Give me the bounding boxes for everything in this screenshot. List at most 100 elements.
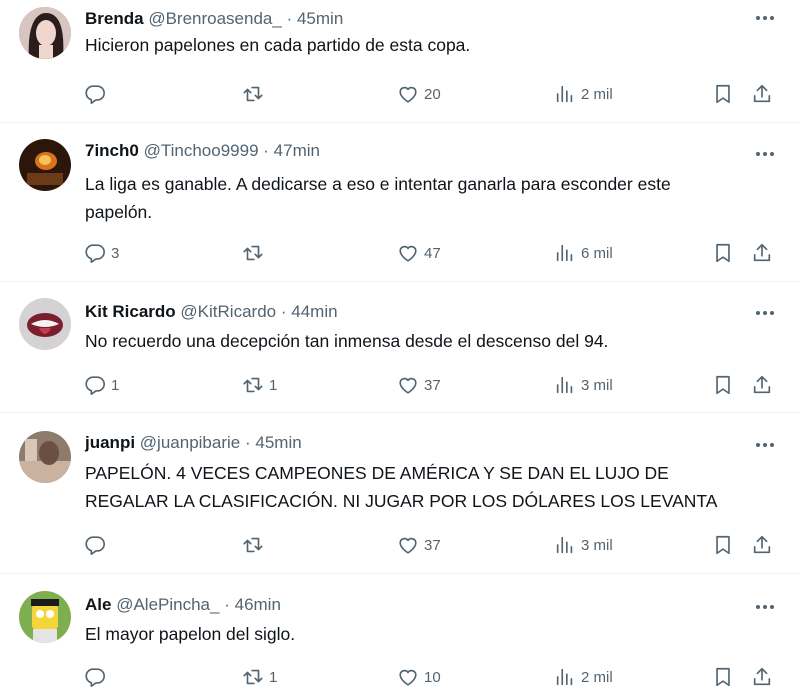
share-button[interactable]: [751, 662, 773, 692]
heart-icon: [399, 245, 417, 262]
avatar[interactable]: [19, 298, 71, 350]
display-name[interactable]: juanpi: [85, 433, 135, 452]
tweet-text-line: PAPELÓN. 4 VECES CAMPEONES DE AMÉRICA Y …: [85, 463, 669, 483]
reply-button[interactable]: [84, 530, 111, 560]
tweet-text-line: REGALAR LA CLASIFICACIÓN. NI JUGAR POR L…: [85, 491, 718, 511]
views-count: 2 mil: [581, 668, 613, 686]
retweet-button[interactable]: 1: [242, 662, 277, 692]
reply-icon: [85, 668, 105, 687]
user-handle[interactable]: @Tinchoo9999: [144, 141, 259, 160]
bookmark-icon: [716, 535, 730, 555]
tweet-text-line: La liga es ganable. A dedicarse a eso e …: [85, 174, 671, 194]
display-name[interactable]: Brenda: [85, 9, 144, 28]
retweet-icon: [243, 537, 263, 553]
heart-icon: [399, 537, 417, 554]
tweet-2[interactable]: 7inch0 @Tinchoo9999 · 47min La liga es g…: [0, 123, 800, 282]
display-name[interactable]: Kit Ricardo: [85, 302, 176, 321]
separator: ·: [280, 302, 287, 321]
reply-count: 3: [111, 244, 120, 262]
tweet-header: Ale @AlePincha_ · 46min: [85, 595, 281, 615]
timestamp[interactable]: 47min: [274, 141, 320, 160]
heart-icon: [399, 377, 417, 394]
avatar[interactable]: [19, 139, 71, 191]
reply-button[interactable]: [84, 79, 111, 109]
user-handle[interactable]: @juanpibarie: [140, 433, 240, 452]
like-button[interactable]: 10: [397, 662, 441, 692]
like-count: 20: [424, 85, 441, 103]
separator: ·: [286, 9, 293, 28]
avatar[interactable]: [19, 591, 71, 643]
timestamp[interactable]: 45min: [297, 9, 343, 28]
tweet-4[interactable]: juanpi @juanpibarie · 45min PAPELÓN. 4 V…: [0, 413, 800, 574]
bookmark-button[interactable]: [712, 530, 734, 560]
display-name[interactable]: 7inch0: [85, 141, 139, 160]
retweet-icon: [243, 245, 263, 261]
timestamp[interactable]: 46min: [235, 595, 281, 614]
tweet-5[interactable]: Ale @AlePincha_ · 46min El mayor papelon…: [0, 574, 800, 690]
retweet-button[interactable]: [242, 530, 269, 560]
more-dots-icon[interactable]: [754, 306, 776, 320]
bookmark-button[interactable]: [712, 238, 734, 268]
more-dots-icon[interactable]: [754, 600, 776, 614]
like-button[interactable]: 37: [397, 530, 441, 560]
tweet-header: Kit Ricardo @KitRicardo · 44min: [85, 302, 338, 322]
user-handle[interactable]: @AlePincha_: [116, 595, 219, 614]
like-count: 37: [424, 376, 441, 394]
tweet-text: Hicieron papelones en cada partido de es…: [85, 31, 785, 59]
views-button[interactable]: 2 mil: [554, 662, 613, 692]
like-button[interactable]: 37: [397, 370, 441, 400]
views-button[interactable]: 6 mil: [554, 238, 613, 268]
bookmark-icon: [716, 84, 730, 104]
views-icon: [556, 244, 573, 262]
views-button[interactable]: 3 mil: [554, 530, 613, 560]
timestamp[interactable]: 45min: [255, 433, 301, 452]
retweet-icon: [243, 86, 263, 102]
reply-icon: [85, 376, 105, 395]
like-button[interactable]: 20: [397, 79, 441, 109]
more-dots-icon[interactable]: [754, 438, 776, 452]
reply-button[interactable]: [84, 662, 111, 692]
retweet-icon: [243, 669, 263, 685]
bookmark-button[interactable]: [712, 79, 734, 109]
retweet-count: 1: [269, 668, 278, 686]
tweet-header: Brenda @Brenroasenda_ · 45min: [85, 9, 343, 29]
user-handle[interactable]: @KitRicardo: [180, 302, 276, 321]
views-count: 6 mil: [581, 244, 613, 262]
retweet-button[interactable]: 1: [242, 370, 277, 400]
more-dots-icon[interactable]: [754, 11, 776, 25]
retweet-count: 1: [269, 376, 278, 394]
avatar[interactable]: [19, 7, 71, 59]
tweet-3[interactable]: Kit Ricardo @KitRicardo · 44min No recue…: [0, 282, 800, 413]
tweet-1[interactable]: Brenda @Brenroasenda_ · 45min Hicieron p…: [0, 0, 800, 123]
tweet-text-line: papelón.: [85, 202, 153, 222]
views-button[interactable]: 2 mil: [554, 79, 613, 109]
tweet-text: No recuerdo una decepción tan inmensa de…: [85, 327, 785, 355]
retweet-button[interactable]: [242, 238, 269, 268]
more-dots-icon[interactable]: [754, 147, 776, 161]
views-count: 3 mil: [581, 376, 613, 394]
bookmark-button[interactable]: [712, 662, 734, 692]
share-icon: [753, 667, 771, 686]
reply-icon: [85, 85, 105, 104]
separator: ·: [263, 141, 269, 160]
heart-icon: [399, 669, 417, 686]
display-name[interactable]: Ale: [85, 595, 111, 614]
tweet-text-line: Hicieron papelones en cada partido de es…: [85, 35, 471, 55]
bookmark-button[interactable]: [712, 370, 734, 400]
views-icon: [556, 668, 573, 686]
reply-button[interactable]: 3: [84, 238, 119, 268]
like-button[interactable]: 47: [397, 238, 441, 268]
user-handle[interactable]: @Brenroasenda_: [148, 9, 282, 28]
avatar[interactable]: [19, 431, 71, 483]
reply-icon: [85, 536, 105, 555]
share-button[interactable]: [751, 238, 773, 268]
share-icon: [753, 84, 771, 103]
share-button[interactable]: [751, 370, 773, 400]
retweet-button[interactable]: [242, 79, 269, 109]
share-button[interactable]: [751, 530, 773, 560]
reply-button[interactable]: 1: [84, 370, 119, 400]
timestamp[interactable]: 44min: [291, 302, 337, 321]
views-button[interactable]: 3 mil: [554, 370, 613, 400]
tweet-actions: 1 10 2 mil: [0, 662, 800, 692]
share-button[interactable]: [751, 79, 773, 109]
